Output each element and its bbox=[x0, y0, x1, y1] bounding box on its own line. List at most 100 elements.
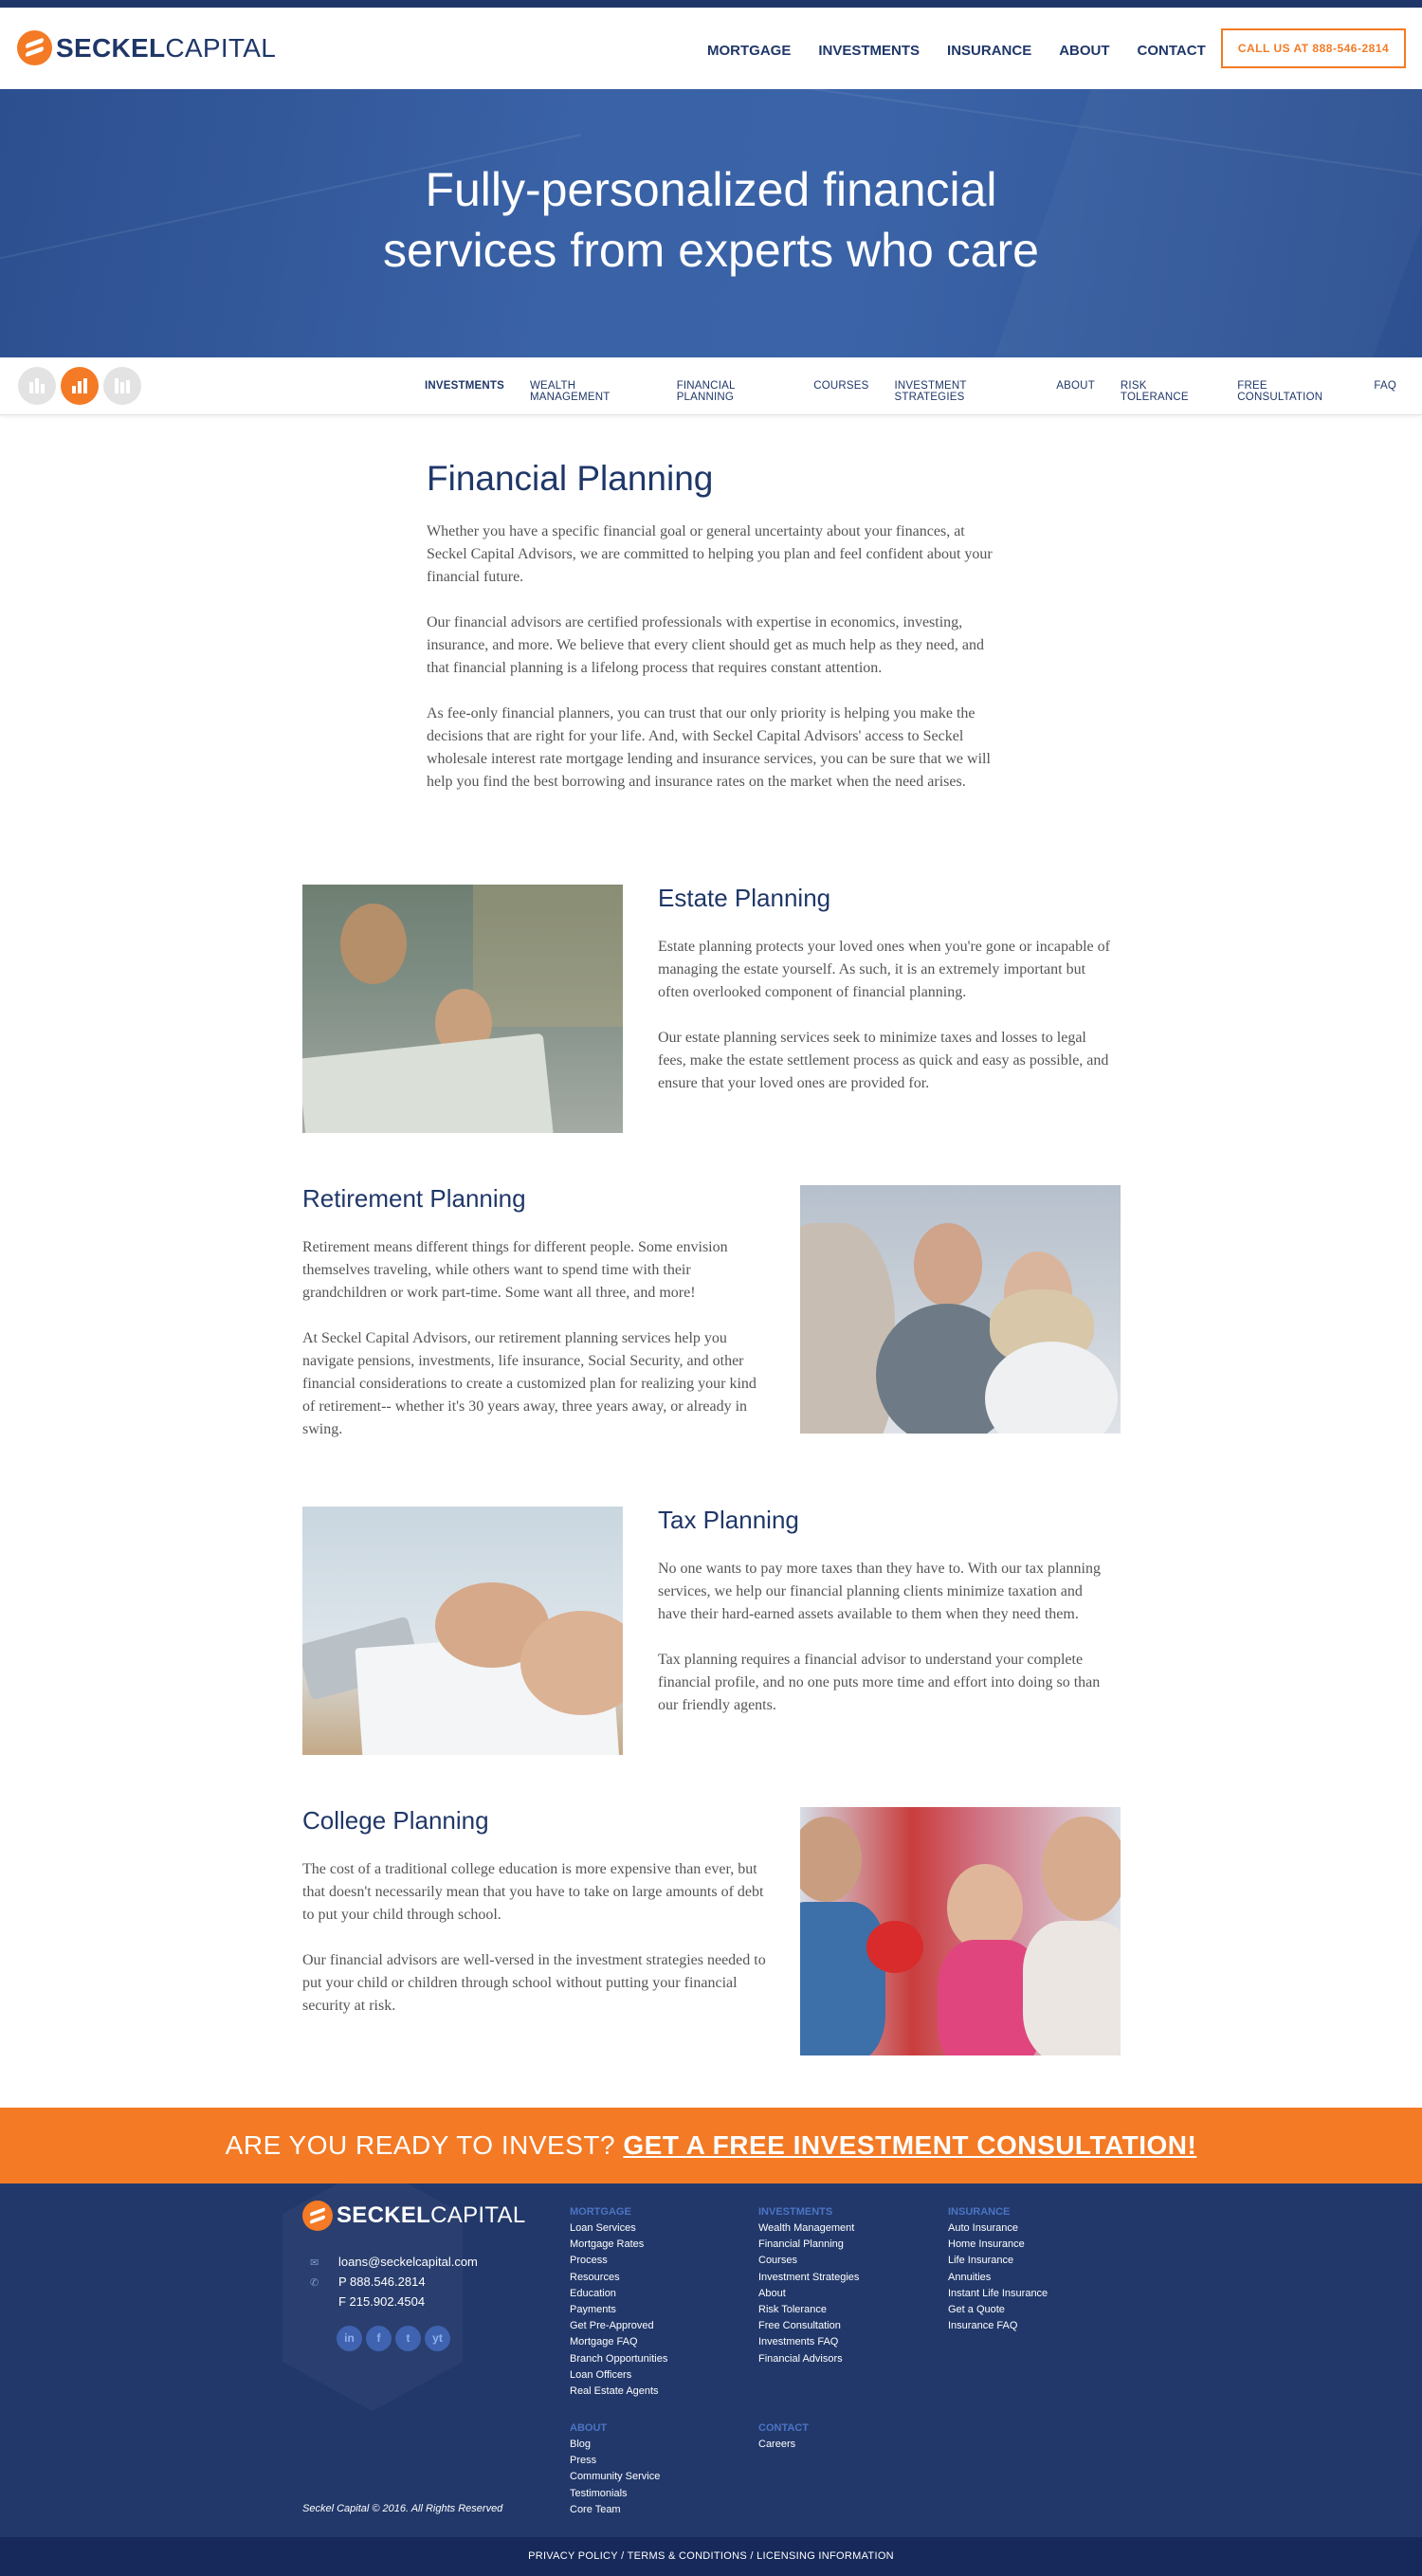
subnav-investments[interactable]: INVESTMENTS bbox=[425, 380, 504, 403]
footer-link[interactable]: Core Team bbox=[570, 2502, 660, 2518]
free-consultation-link[interactable]: GET A FREE INVESTMENT CONSULTATION! bbox=[623, 2130, 1196, 2160]
footer-link[interactable]: Testimonials bbox=[570, 2486, 660, 2502]
hero-title-line-1: Fully-personalized financial bbox=[425, 163, 997, 216]
footer-col-investments: INVESTMENTS Wealth Management Financial … bbox=[758, 2204, 859, 2367]
nav-insurance[interactable]: INSURANCE bbox=[947, 43, 1031, 59]
footer-link[interactable]: Get Pre-Approved bbox=[570, 2318, 667, 2334]
cta-lead: ARE YOU READY TO INVEST? bbox=[225, 2130, 616, 2160]
footer-link[interactable]: Auto Insurance bbox=[948, 2220, 1048, 2237]
tax-paragraph: No one wants to pay more taxes than they… bbox=[658, 1561, 1101, 1622]
hero-banner: Fully-personalized financial services fr… bbox=[0, 89, 1422, 357]
footer-link[interactable]: Insurance FAQ bbox=[948, 2318, 1048, 2334]
estate-paragraph: Estate planning protects your loved ones… bbox=[658, 939, 1110, 1000]
footer-link[interactable]: Get a Quote bbox=[948, 2302, 1048, 2318]
logo-icon bbox=[302, 2201, 333, 2231]
tax-planning-title: Tax Planning bbox=[658, 1506, 799, 1534]
facebook-icon[interactable]: f bbox=[366, 2326, 392, 2351]
nav-mortgage[interactable]: MORTGAGE bbox=[707, 43, 791, 59]
footer-link[interactable]: Branch Opportunities bbox=[570, 2351, 667, 2367]
email-row[interactable]: ✉ loans@seckelcapital.com bbox=[310, 2252, 478, 2272]
footer-link[interactable]: Instant Life Insurance bbox=[948, 2286, 1048, 2302]
footer-link[interactable]: Financial Advisors bbox=[758, 2351, 859, 2367]
footer-link[interactable]: Mortgage Rates bbox=[570, 2237, 667, 2253]
retirement-paragraph: At Seckel Capital Advisors, our retireme… bbox=[302, 1330, 757, 1437]
footer-link[interactable]: Community Service bbox=[570, 2469, 660, 2485]
logo[interactable]: SECKELCAPITAL bbox=[17, 30, 276, 65]
estate-planning-title: Estate Planning bbox=[658, 884, 831, 912]
subnav-free-consultation[interactable]: FREE CONSULTATION bbox=[1237, 380, 1348, 403]
footer-link[interactable]: Courses bbox=[758, 2253, 859, 2269]
footer-link[interactable]: Education bbox=[570, 2286, 667, 2302]
subnav-about[interactable]: ABOUT bbox=[1056, 380, 1095, 403]
subnav-financial-planning[interactable]: FINANCIAL PLANNING bbox=[677, 380, 789, 403]
footer-link[interactable]: Mortgage FAQ bbox=[570, 2334, 667, 2350]
footer-link[interactable]: Wealth Management bbox=[758, 2220, 859, 2237]
subnav-courses[interactable]: COURSES bbox=[813, 380, 868, 403]
footer-link[interactable]: Financial Planning bbox=[758, 2237, 859, 2253]
nav-about[interactable]: ABOUT bbox=[1059, 43, 1109, 59]
footer-fax: F 215.902.4504 bbox=[338, 2294, 426, 2309]
footer-link[interactable]: Loan Officers bbox=[570, 2367, 667, 2384]
footer-contact: ✉ loans@seckelcapital.com ✆ P 888.546.2814… bbox=[310, 2252, 478, 2311]
footer-link[interactable]: Loan Services bbox=[570, 2220, 667, 2237]
college-paragraph: Our financial advisors are well-versed i… bbox=[302, 1952, 766, 2014]
intro-paragraph: Our financial advisors are certified pro… bbox=[427, 614, 984, 676]
retirement-planning-section: Retirement Planning Retirement means dif… bbox=[302, 1184, 757, 1464]
call-us-button[interactable]: CALL US AT 888-546-2814 bbox=[1221, 28, 1406, 68]
footer-col-about: ABOUT Blog Press Community Service Testi… bbox=[570, 2421, 660, 2518]
footer-heading-mortgage[interactable]: MORTGAGE bbox=[570, 2204, 667, 2220]
footer-heading-about[interactable]: ABOUT bbox=[570, 2421, 660, 2437]
hero-title: Fully-personalized financial services fr… bbox=[0, 159, 1422, 281]
footer-link[interactable]: Investments FAQ bbox=[758, 2334, 859, 2350]
subnav-investment-strategies[interactable]: INVESTMENT STRATEGIES bbox=[894, 380, 1030, 403]
investments-section-icon[interactable] bbox=[61, 367, 99, 405]
top-stripe bbox=[0, 0, 1422, 8]
subnav-wealth-management[interactable]: WEALTH MANAGEMENT bbox=[530, 380, 651, 403]
footer-email[interactable]: loans@seckelcapital.com bbox=[338, 2255, 478, 2269]
linkedin-icon[interactable]: in bbox=[337, 2326, 362, 2351]
phone-row[interactable]: ✆ P 888.546.2814 bbox=[310, 2272, 478, 2292]
footer-link[interactable]: Real Estate Agents bbox=[570, 2384, 667, 2400]
social-links: in f t yt bbox=[337, 2326, 454, 2351]
site-footer: SECKELCAPITAL ✉ loans@seckelcapital.com ✆… bbox=[0, 2183, 1422, 2537]
footer-logo[interactable]: SECKELCAPITAL bbox=[302, 2201, 526, 2231]
footer-heading-contact[interactable]: CONTACT bbox=[758, 2421, 809, 2437]
footer-link[interactable]: Resources bbox=[570, 2270, 667, 2286]
subnav-links: INVESTMENTS WEALTH MANAGEMENT FINANCIAL … bbox=[425, 380, 1422, 403]
intro-section: Financial Planning Whether you have a sp… bbox=[427, 459, 995, 816]
main-nav: MORTGAGE INVESTMENTS INSURANCE ABOUT CON… bbox=[707, 43, 1233, 59]
subnav-faq[interactable]: FAQ bbox=[1374, 380, 1396, 403]
mortgage-section-icon[interactable] bbox=[18, 367, 56, 405]
insurance-section-icon[interactable] bbox=[103, 367, 141, 405]
footer-link[interactable]: Annuities bbox=[948, 2270, 1048, 2286]
footer-link[interactable]: Process bbox=[570, 2253, 667, 2269]
nav-contact[interactable]: CONTACT bbox=[1138, 43, 1206, 59]
footer-link[interactable]: Life Insurance bbox=[948, 2253, 1048, 2269]
twitter-icon[interactable]: t bbox=[395, 2326, 421, 2351]
tax-planning-section: Tax Planning No one wants to pay more ta… bbox=[658, 1506, 1113, 1740]
college-planning-title: College Planning bbox=[302, 1806, 489, 1835]
college-planning-section: College Planning The cost of a tradition… bbox=[302, 1806, 767, 2040]
footer-col-mortgage: MORTGAGE Loan Services Mortgage Rates Pr… bbox=[570, 2204, 667, 2400]
footer-link[interactable]: Risk Tolerance bbox=[758, 2302, 859, 2318]
footer-link[interactable]: Free Consultation bbox=[758, 2318, 859, 2334]
estate-planning-section: Estate Planning Estate planning protects… bbox=[658, 884, 1113, 1118]
footer-link[interactable]: Payments bbox=[570, 2302, 667, 2318]
youtube-icon[interactable]: yt bbox=[425, 2326, 450, 2351]
tax-planning-photo bbox=[302, 1507, 623, 1755]
footer-link[interactable]: Careers bbox=[758, 2437, 809, 2453]
footer-phone[interactable]: P 888.546.2814 bbox=[338, 2275, 426, 2289]
footer-link[interactable]: Home Insurance bbox=[948, 2237, 1048, 2253]
footer-link[interactable]: Press bbox=[570, 2453, 660, 2469]
intro-paragraph: Whether you have a specific financial go… bbox=[427, 523, 993, 585]
nav-investments[interactable]: INVESTMENTS bbox=[818, 43, 920, 59]
footer-link[interactable]: Investment Strategies bbox=[758, 2270, 859, 2286]
footer-heading-investments[interactable]: INVESTMENTS bbox=[758, 2204, 859, 2220]
footer-heading-insurance[interactable]: INSURANCE bbox=[948, 2204, 1048, 2220]
copyright: Seckel Capital © 2016. All Rights Reserv… bbox=[302, 2503, 503, 2514]
footer-link[interactable]: Blog bbox=[570, 2437, 660, 2453]
subnav-risk-tolerance[interactable]: RISK TOLERANCE bbox=[1121, 380, 1212, 403]
legal-links[interactable]: PRIVACY POLICY / TERMS & CONDITIONS / LI… bbox=[0, 2537, 1422, 2576]
retirement-paragraph: Retirement means different things for di… bbox=[302, 1239, 728, 1301]
footer-link[interactable]: About bbox=[758, 2286, 859, 2302]
